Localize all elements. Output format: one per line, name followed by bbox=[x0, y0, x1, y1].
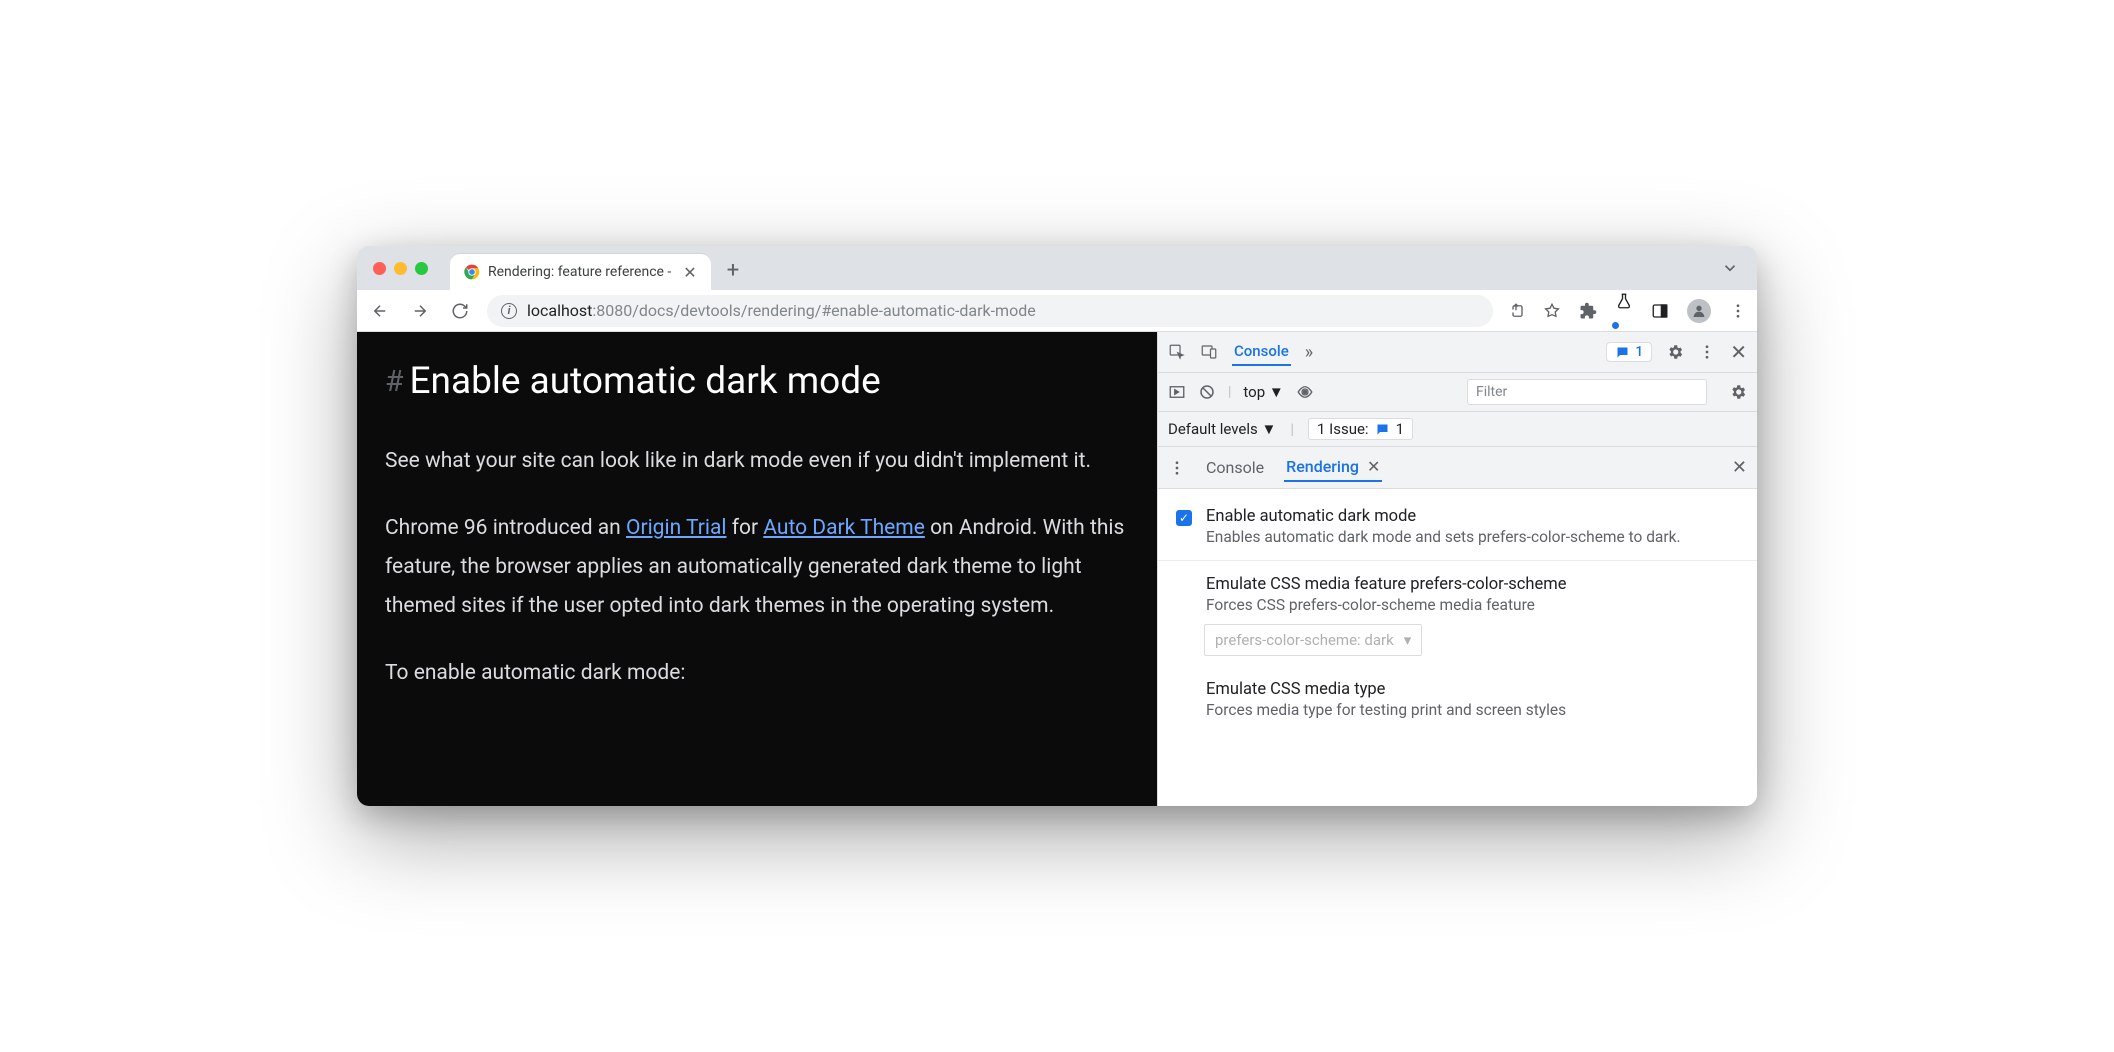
drawer-tab-rendering[interactable]: Rendering ✕ bbox=[1284, 453, 1382, 482]
web-page: #Enable automatic dark mode See what you… bbox=[357, 332, 1157, 806]
browser-window: Rendering: feature reference - ✕ + i loc… bbox=[357, 246, 1757, 806]
live-expression-icon[interactable] bbox=[1296, 383, 1314, 401]
issues-link[interactable]: 1 Issue: 1 bbox=[1308, 418, 1413, 440]
devtools-drawer-tabs: Console Rendering ✕ ✕ bbox=[1158, 447, 1757, 489]
device-toolbar-icon[interactable] bbox=[1200, 343, 1218, 361]
rendering-option-auto-dark: ✓ Enable automatic dark mode Enables aut… bbox=[1158, 493, 1757, 561]
option-title: Enable automatic dark mode bbox=[1206, 507, 1681, 526]
option-description: Forces CSS prefers-color-scheme media fe… bbox=[1206, 596, 1567, 614]
console-filter-input[interactable]: Filter bbox=[1467, 379, 1707, 405]
minimize-window-button[interactable] bbox=[394, 262, 407, 275]
console-settings-icon[interactable] bbox=[1729, 383, 1747, 401]
drawer-close-icon[interactable]: ✕ bbox=[1732, 457, 1747, 478]
side-panel-icon[interactable] bbox=[1651, 302, 1669, 320]
page-paragraph-3: To enable automatic dark mode: bbox=[385, 654, 1129, 693]
labs-icon[interactable] bbox=[1615, 292, 1633, 329]
content-area: #Enable automatic dark mode See what you… bbox=[357, 332, 1757, 806]
toolbar: i localhost:8080/docs/devtools/rendering… bbox=[357, 290, 1757, 332]
url-text: localhost:8080/docs/devtools/rendering/#… bbox=[527, 301, 1036, 320]
drawer-menu-icon[interactable] bbox=[1168, 459, 1186, 477]
page-paragraph-2: Chrome 96 introduced an Origin Trial for… bbox=[385, 509, 1129, 626]
devtools-menu-icon[interactable] bbox=[1698, 343, 1716, 361]
console-levels-bar: Default levels ▼ | 1 Issue: 1 bbox=[1158, 412, 1757, 447]
rendering-option-media-type: Emulate CSS media type Forces media type… bbox=[1158, 656, 1757, 733]
console-execute-icon[interactable] bbox=[1168, 383, 1186, 401]
auto-dark-theme-link[interactable]: Auto Dark Theme bbox=[763, 516, 925, 540]
close-tab-icon[interactable]: ✕ bbox=[683, 263, 696, 282]
devtools-settings-icon[interactable] bbox=[1666, 343, 1684, 361]
anchor-hash-icon[interactable]: # bbox=[385, 354, 403, 410]
forward-button[interactable] bbox=[407, 302, 433, 320]
window-controls bbox=[373, 262, 428, 275]
rendering-panel: ✓ Enable automatic dark mode Enables aut… bbox=[1158, 489, 1757, 806]
address-bar[interactable]: i localhost:8080/docs/devtools/rendering… bbox=[487, 295, 1493, 327]
tabs-dropdown-icon[interactable] bbox=[1721, 259, 1739, 277]
reload-button[interactable] bbox=[447, 302, 473, 320]
console-toolbar: | top ▼ Filter bbox=[1158, 373, 1757, 412]
drawer-tab-console[interactable]: Console bbox=[1204, 454, 1266, 481]
extensions-icon[interactable] bbox=[1579, 302, 1597, 320]
share-icon[interactable] bbox=[1507, 302, 1525, 320]
devtools-close-icon[interactable]: ✕ bbox=[1730, 340, 1747, 364]
issues-pill[interactable]: 1 bbox=[1606, 342, 1652, 362]
clear-console-icon[interactable] bbox=[1198, 383, 1216, 401]
origin-trial-link[interactable]: Origin Trial bbox=[626, 516, 726, 540]
back-button[interactable] bbox=[367, 302, 393, 320]
context-selector[interactable]: top ▼ bbox=[1243, 383, 1283, 401]
devtools-tab-console[interactable]: Console bbox=[1232, 338, 1291, 366]
menu-kebab-icon[interactable] bbox=[1729, 302, 1747, 320]
chrome-favicon-icon bbox=[464, 264, 480, 280]
inspect-element-icon[interactable] bbox=[1168, 343, 1186, 361]
option-title: Emulate CSS media type bbox=[1206, 680, 1566, 699]
devtools-main-tabs: Console » 1 ✕ bbox=[1158, 332, 1757, 373]
browser-tab[interactable]: Rendering: feature reference - ✕ bbox=[450, 254, 711, 290]
rendering-option-prefers-scheme: Emulate CSS media feature prefers-color-… bbox=[1158, 561, 1757, 618]
option-title: Emulate CSS media feature prefers-color-… bbox=[1206, 575, 1567, 594]
bookmark-star-icon[interactable] bbox=[1543, 302, 1561, 320]
page-paragraph-1: See what your site can look like in dark… bbox=[385, 442, 1129, 481]
tab-strip: Rendering: feature reference - ✕ + bbox=[357, 246, 1757, 290]
tab-title: Rendering: feature reference - bbox=[488, 264, 671, 280]
auto-dark-checkbox[interactable]: ✓ bbox=[1176, 510, 1192, 526]
option-description: Forces media type for testing print and … bbox=[1206, 701, 1566, 719]
zoom-window-button[interactable] bbox=[415, 262, 428, 275]
option-description: Enables automatic dark mode and sets pre… bbox=[1206, 528, 1681, 546]
devtools-panel: Console » 1 ✕ | top ▼ bbox=[1157, 332, 1757, 806]
close-rendering-tab-icon[interactable]: ✕ bbox=[1367, 457, 1380, 476]
page-heading: #Enable automatic dark mode bbox=[385, 348, 1129, 416]
close-window-button[interactable] bbox=[373, 262, 386, 275]
more-tabs-icon[interactable]: » bbox=[1305, 342, 1313, 363]
log-levels-selector[interactable]: Default levels ▼ bbox=[1168, 420, 1276, 438]
toolbar-right bbox=[1507, 292, 1747, 329]
site-info-icon[interactable]: i bbox=[501, 303, 517, 319]
profile-avatar-icon[interactable] bbox=[1687, 299, 1711, 323]
new-tab-button[interactable]: + bbox=[727, 258, 739, 283]
prefers-color-scheme-select[interactable]: prefers-color-scheme: dark▾ bbox=[1204, 624, 1422, 656]
